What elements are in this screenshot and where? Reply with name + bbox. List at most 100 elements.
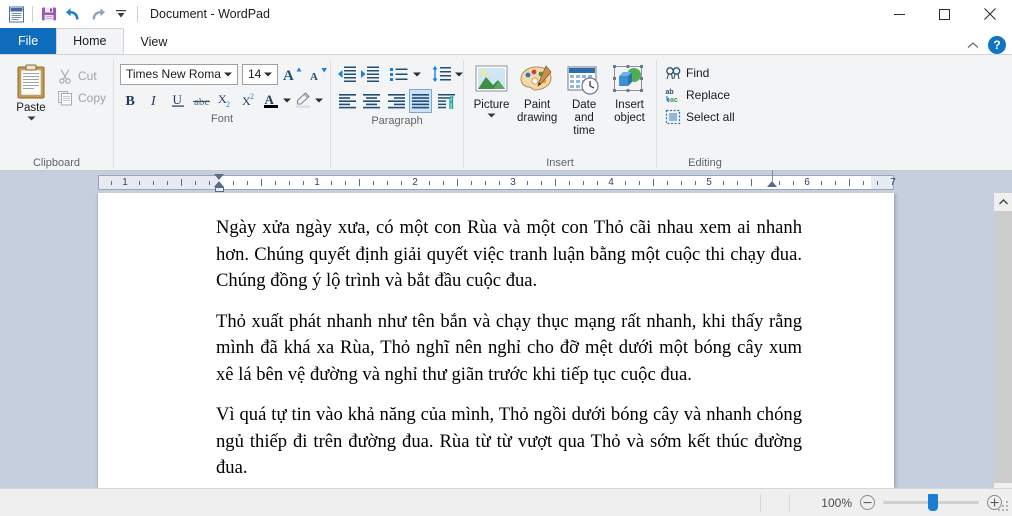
paste-button[interactable]: Paste — [11, 60, 51, 125]
cut-icon — [57, 68, 73, 84]
paint-drawing-label-2: drawing — [517, 112, 558, 124]
cut-button[interactable]: Cut — [53, 65, 113, 86]
copy-icon — [57, 90, 73, 106]
bullets-icon[interactable] — [388, 63, 410, 85]
zoom-out-button[interactable] — [860, 495, 875, 510]
paint-drawing-label-1: Paint — [524, 99, 551, 111]
ruler[interactable]: 1 1 2 3 4 5 6 7 — [98, 170, 896, 192]
tab-home[interactable]: Home — [56, 28, 124, 54]
svg-text:A: A — [310, 71, 318, 83]
insert-picture-button[interactable]: Picture — [470, 60, 513, 122]
vertical-scrollbar[interactable] — [994, 193, 1012, 488]
replace-button[interactable]: ab ac Replace — [661, 84, 742, 105]
ruler-number: 3 — [510, 177, 516, 188]
resize-grip-icon[interactable] — [997, 501, 1009, 513]
insert-picture-dropdown-icon[interactable] — [487, 113, 496, 118]
scrollbar-thumb[interactable] — [994, 211, 1012, 483]
paste-dropdown-icon[interactable] — [27, 116, 36, 121]
document-page[interactable]: Ngày xửa ngày xưa, có một con Rùa và một… — [98, 193, 894, 488]
customize-qat-icon[interactable] — [109, 2, 133, 26]
undo-icon[interactable] — [61, 2, 85, 26]
strikethrough-button[interactable]: abc — [191, 89, 214, 111]
paint-drawing-button[interactable]: Paint drawing — [514, 60, 560, 129]
copy-label: Copy — [78, 90, 107, 105]
maximize-button[interactable] — [922, 0, 967, 28]
superscript-button[interactable]: X 2 — [238, 89, 261, 111]
tab-bar-right-controls: ? — [964, 36, 1012, 54]
font-size-combo[interactable]: 14 — [242, 63, 279, 85]
increase-indent-button[interactable] — [359, 63, 381, 85]
text-color-button[interactable]: A — [261, 89, 281, 111]
subscript-button[interactable]: X 2 — [214, 89, 237, 111]
grow-font-button[interactable]: A — [282, 63, 304, 85]
chevron-down-icon[interactable] — [221, 72, 235, 77]
underline-button[interactable]: U — [167, 89, 190, 111]
svg-text:2: 2 — [226, 100, 230, 109]
window-title: Document - WordPad — [150, 7, 270, 21]
wordpad-window: Document - WordPad File Home View ? Past… — [0, 0, 1012, 516]
line-spacing-icon[interactable] — [430, 63, 453, 85]
close-button[interactable] — [967, 0, 1012, 28]
zoom-slider-thumb[interactable] — [928, 494, 938, 511]
highlight-dropdown-icon[interactable] — [313, 89, 324, 111]
insert-object-button[interactable]: Insert object — [608, 60, 651, 129]
copy-button[interactable]: Copy — [53, 87, 113, 108]
highlight-split-button[interactable] — [293, 89, 324, 111]
first-line-indent-icon[interactable] — [214, 174, 224, 180]
line-spacing-split-button[interactable] — [430, 63, 465, 85]
decrease-indent-button[interactable] — [336, 63, 358, 85]
scrollbar-track[interactable] — [994, 211, 1012, 483]
paragraph-settings-button[interactable] — [436, 89, 458, 113]
svg-text:I: I — [150, 94, 157, 109]
qat-divider-2 — [137, 6, 138, 22]
group-label-font: Font — [210, 113, 233, 125]
text-color-dropdown-icon[interactable] — [281, 89, 292, 111]
align-center-button[interactable] — [360, 89, 382, 113]
ruler-number: 5 — [706, 177, 712, 188]
left-indent-box-icon[interactable] — [215, 187, 224, 192]
help-icon[interactable]: ? — [988, 36, 1006, 54]
insert-object-label-1: Insert — [615, 99, 644, 111]
bullets-split-button[interactable] — [388, 63, 423, 85]
chevron-down-icon[interactable] — [261, 72, 275, 77]
highlight-icon[interactable] — [293, 89, 313, 111]
scroll-up-button[interactable] — [994, 193, 1012, 211]
insert-object-label-2: object — [614, 112, 645, 124]
ruler-bar: 1 1 2 3 4 5 6 7 — [0, 170, 1012, 193]
chevron-up-icon[interactable] — [964, 36, 982, 54]
document-paragraph[interactable]: Vì quá tự tin vào khả năng của mình, Thỏ… — [216, 402, 802, 482]
document-body[interactable]: Ngày xửa ngày xưa, có một con Rùa và một… — [98, 193, 894, 488]
bold-button[interactable]: B — [120, 89, 143, 111]
save-icon[interactable] — [37, 2, 61, 26]
text-color-split-button[interactable]: A — [261, 89, 292, 111]
ribbon: Paste Cut Copy Clipboard Times New Roman… — [0, 54, 1012, 171]
ribbon-group-clipboard: Paste Cut Copy Clipboard — [0, 55, 113, 171]
zoom-slider[interactable] — [883, 494, 979, 511]
ruler-number: 4 — [608, 177, 614, 188]
bullets-dropdown-icon[interactable] — [410, 63, 423, 85]
tab-file[interactable]: File — [0, 28, 57, 54]
redo-icon[interactable] — [85, 2, 109, 26]
find-button[interactable]: Find — [661, 62, 742, 83]
align-right-button[interactable] — [385, 89, 407, 113]
font-family-combo[interactable]: Times New Roman — [120, 63, 238, 85]
ruler-number: 7 — [890, 177, 896, 188]
wordpad-icon[interactable] — [4, 2, 28, 26]
date-and-time-button[interactable]: Date and time — [561, 60, 607, 142]
select-all-button[interactable]: Select all — [661, 106, 742, 127]
ribbon-group-insert: Picture Paint drawing Date and time Inse… — [464, 55, 656, 171]
shrink-font-button[interactable]: A — [308, 63, 330, 85]
svg-text:U: U — [173, 92, 183, 107]
svg-text:ac: ac — [670, 97, 678, 103]
status-spacer — [761, 489, 789, 516]
tab-view[interactable]: View — [124, 28, 185, 54]
document-paragraph[interactable]: Thỏ xuất phát nhanh như tên bắn và chạy … — [216, 309, 802, 389]
document-paragraph[interactable]: Ngày xửa ngày xưa, có một con Rùa và một… — [216, 215, 802, 295]
justify-button[interactable] — [409, 89, 432, 113]
minimize-button[interactable] — [877, 0, 922, 28]
italic-button[interactable]: I — [144, 89, 167, 111]
title-bar: Document - WordPad — [0, 0, 1012, 28]
align-left-button[interactable] — [336, 89, 358, 113]
ruler-number: 1 — [314, 177, 320, 188]
right-indent-icon[interactable] — [767, 181, 777, 187]
